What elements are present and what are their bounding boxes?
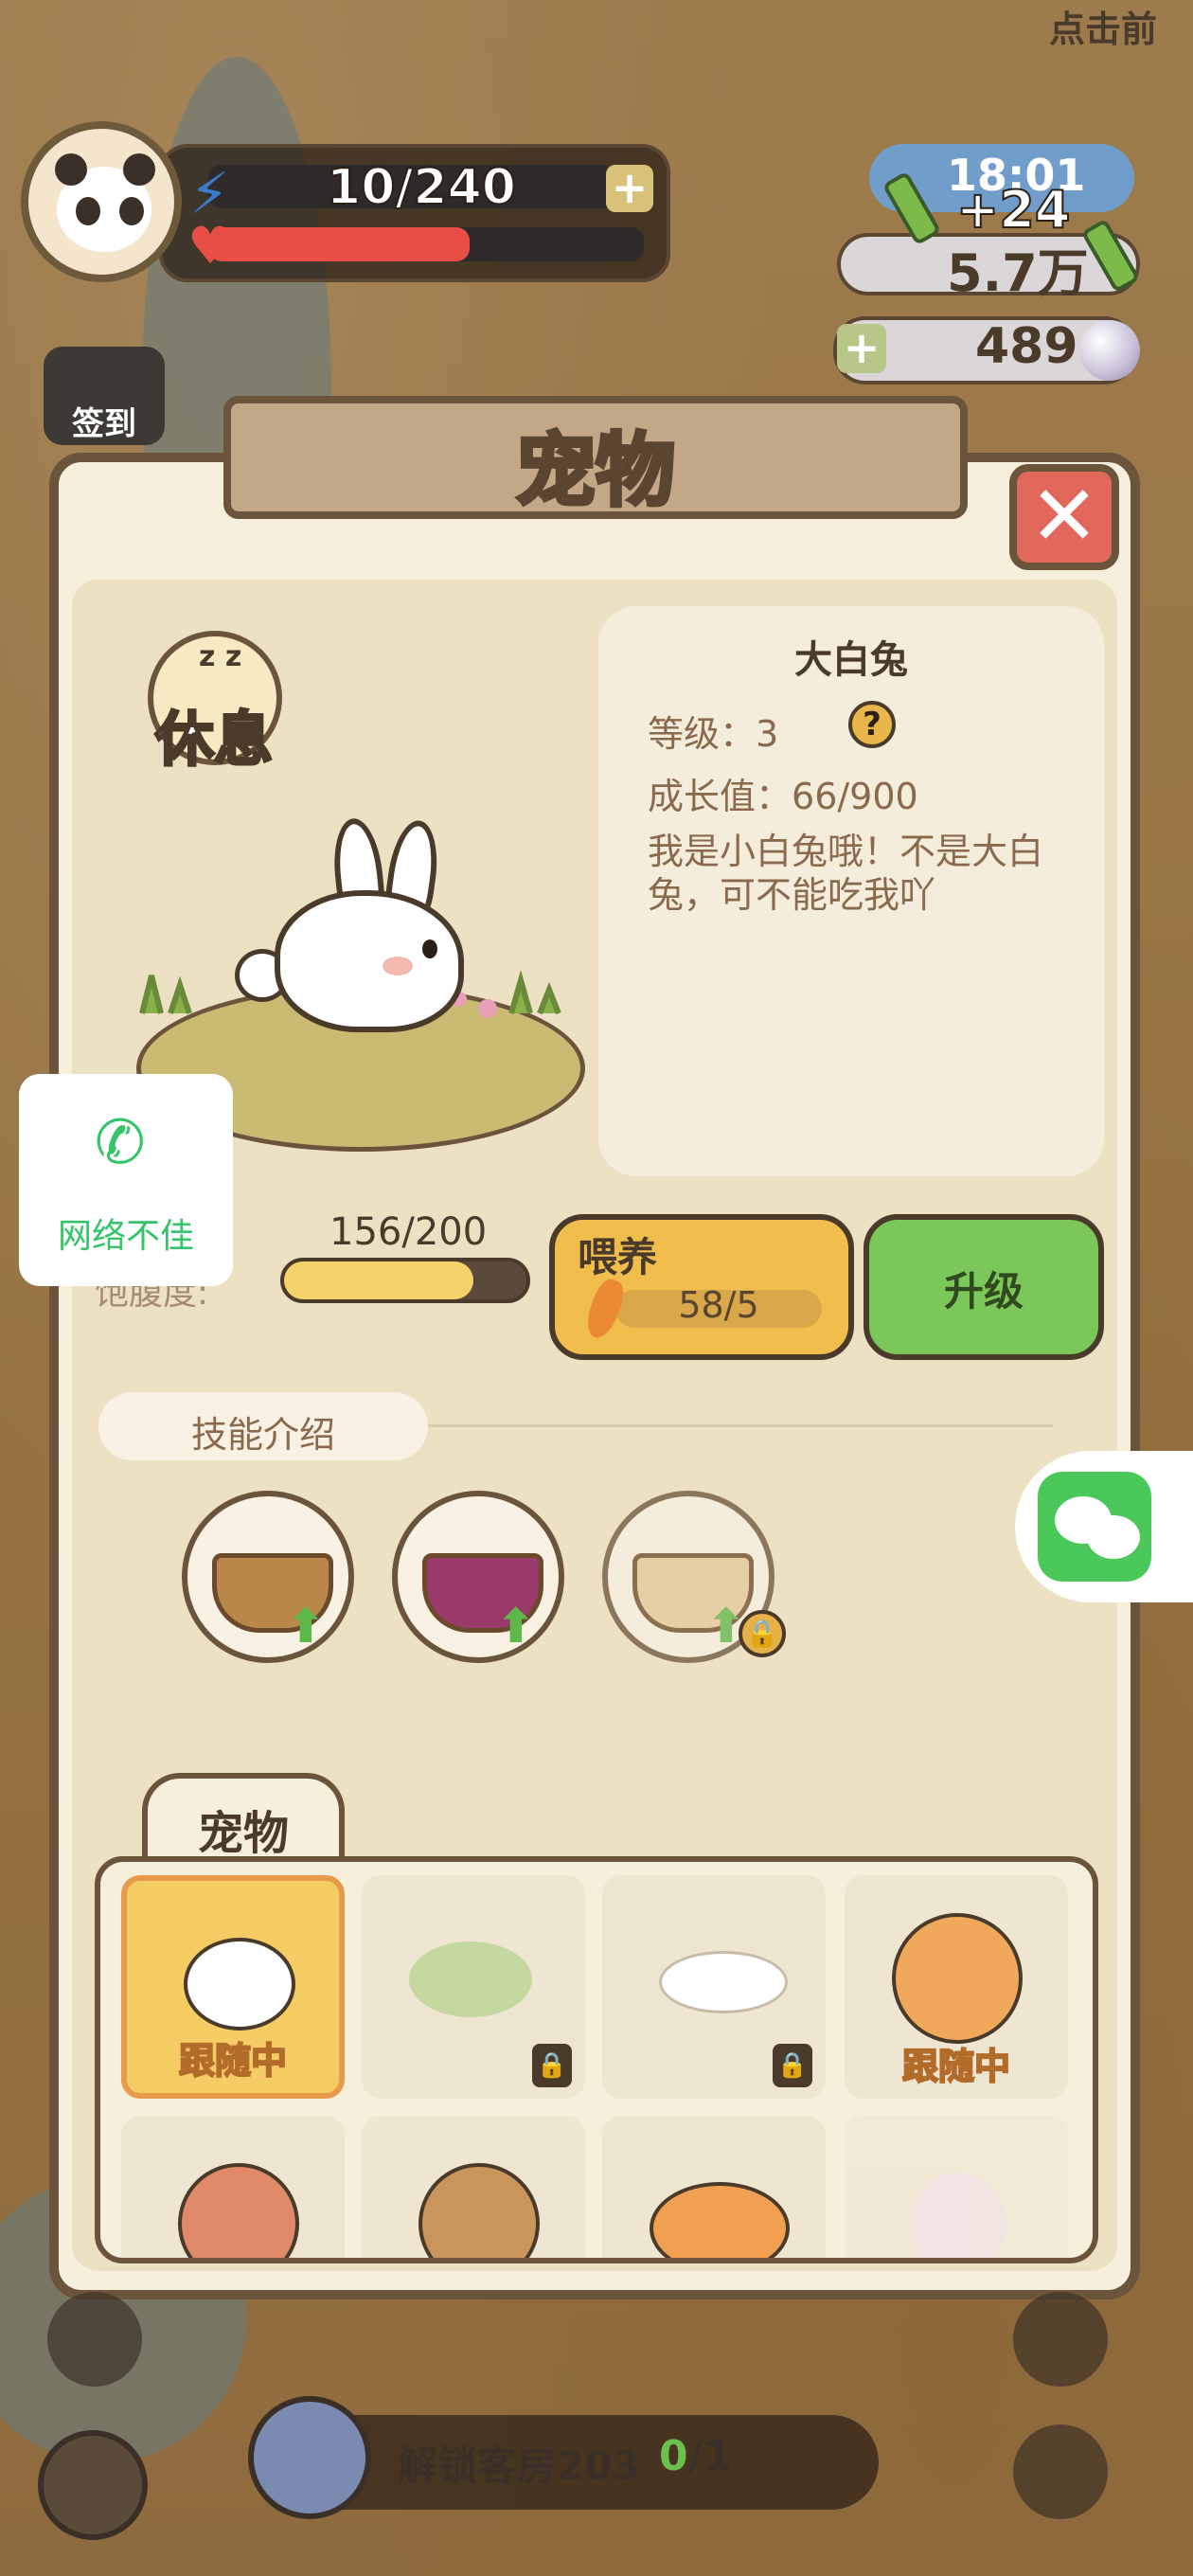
growth-label: 成长值： (648, 776, 792, 817)
pet-slot-fairy[interactable] (845, 2116, 1068, 2258)
player-avatar[interactable] (21, 121, 182, 282)
bamboo-icon (1083, 221, 1138, 291)
task-clipboard-icon[interactable] (248, 2396, 371, 2519)
heart-icon: ♥ (187, 216, 234, 276)
following-label: 跟随中 (178, 2039, 288, 2083)
pet-slot-bird[interactable]: 🔒 (362, 1875, 585, 2099)
energy-plus-button[interactable]: + (606, 165, 653, 212)
skills-divider (428, 1424, 1053, 1427)
bamboo-total: 5.7万 (947, 243, 1089, 303)
pet-name: 大白兔 (794, 638, 908, 682)
lock-icon: 🔒 (773, 2044, 812, 2087)
energy-value: 10/240 (326, 158, 517, 217)
level-value: 3 (756, 713, 779, 755)
pet-grid: 跟随中 🔒 🔒 跟随中 (95, 1856, 1098, 2263)
pearl-icon (1079, 320, 1140, 381)
satiety-bar-fill (284, 1261, 473, 1299)
pet-level-row: 等级：3 (648, 705, 778, 757)
upgrade-label: 升级 (943, 1268, 1024, 1315)
pet-growth-row: 成长值：66/900 (648, 767, 918, 819)
growth-value: 66/900 (792, 776, 918, 817)
sleep-zz-icon: z z (199, 640, 242, 673)
whistle-icon[interactable] (1013, 2292, 1108, 2387)
skills-title: 技能介绍 (190, 1414, 335, 1456)
health-bar-fill (208, 227, 470, 261)
feed-cost: 58/5 (678, 1284, 759, 1326)
lock-icon: 🔒 (532, 2044, 572, 2087)
top-hint-text: 点击前 (1049, 9, 1158, 50)
feed-label: 喂养 (578, 1234, 658, 1280)
bamboo-icon (884, 173, 939, 243)
wechat-bubble (1087, 1515, 1140, 1559)
unlock-progress: 0/1 (659, 2432, 732, 2480)
close-button[interactable]: ✕ (1009, 464, 1119, 570)
pet-slot-rabbit[interactable]: 跟随中 (121, 1875, 345, 2099)
pet-slot-dinosaur[interactable] (121, 2116, 345, 2258)
house-icon[interactable] (1013, 2424, 1108, 2519)
pet-description: 我是小白兔哦！不是大白兔，可不能吃我吖 (648, 831, 1044, 916)
pearl-total: 489 (975, 318, 1078, 375)
skill-lock-icon: 🔒 (739, 1610, 786, 1657)
help-question-icon[interactable]: ? (848, 701, 896, 748)
pet-eye (422, 939, 437, 958)
pet-slot-tiger[interactable] (602, 2116, 826, 2258)
pet-slot-shiba[interactable]: 跟随中 (845, 1875, 1068, 2099)
pearl-plus-button[interactable]: + (837, 324, 886, 373)
pet-slot-deer[interactable] (362, 2116, 585, 2258)
unlock-task-label: 解锁客房203 (398, 2442, 640, 2489)
dialog-title: 宠物 (514, 422, 677, 519)
rest-status-label: 休息 (153, 704, 274, 776)
satiety-value: 156/200 (329, 1210, 488, 1254)
phone-icon: ✆ (95, 1108, 146, 1178)
tab-pets-label: 宠物 (197, 1807, 289, 1860)
progress-total: /1 (687, 2432, 733, 2480)
pet-slot-cat[interactable]: 🔒 (602, 1875, 826, 2099)
checkin-label: 签到 (72, 405, 136, 443)
bamboo-gain: +24 (955, 179, 1071, 241)
level-label: 等级： (648, 713, 757, 755)
skill-potato-basket[interactable]: ⬆ (182, 1491, 354, 1663)
following-label: 跟随中 (901, 2045, 1011, 2088)
paw-icon[interactable] (38, 2430, 148, 2540)
network-warning-text: 网络不佳 (57, 1217, 194, 1256)
pet-rabbit-image[interactable] (275, 890, 464, 1032)
backpack-icon[interactable] (47, 2292, 142, 2387)
pet-cheek (383, 957, 413, 975)
skill-purple-basket[interactable]: ⬆ (392, 1491, 564, 1663)
progress-current: 0 (659, 2432, 688, 2480)
